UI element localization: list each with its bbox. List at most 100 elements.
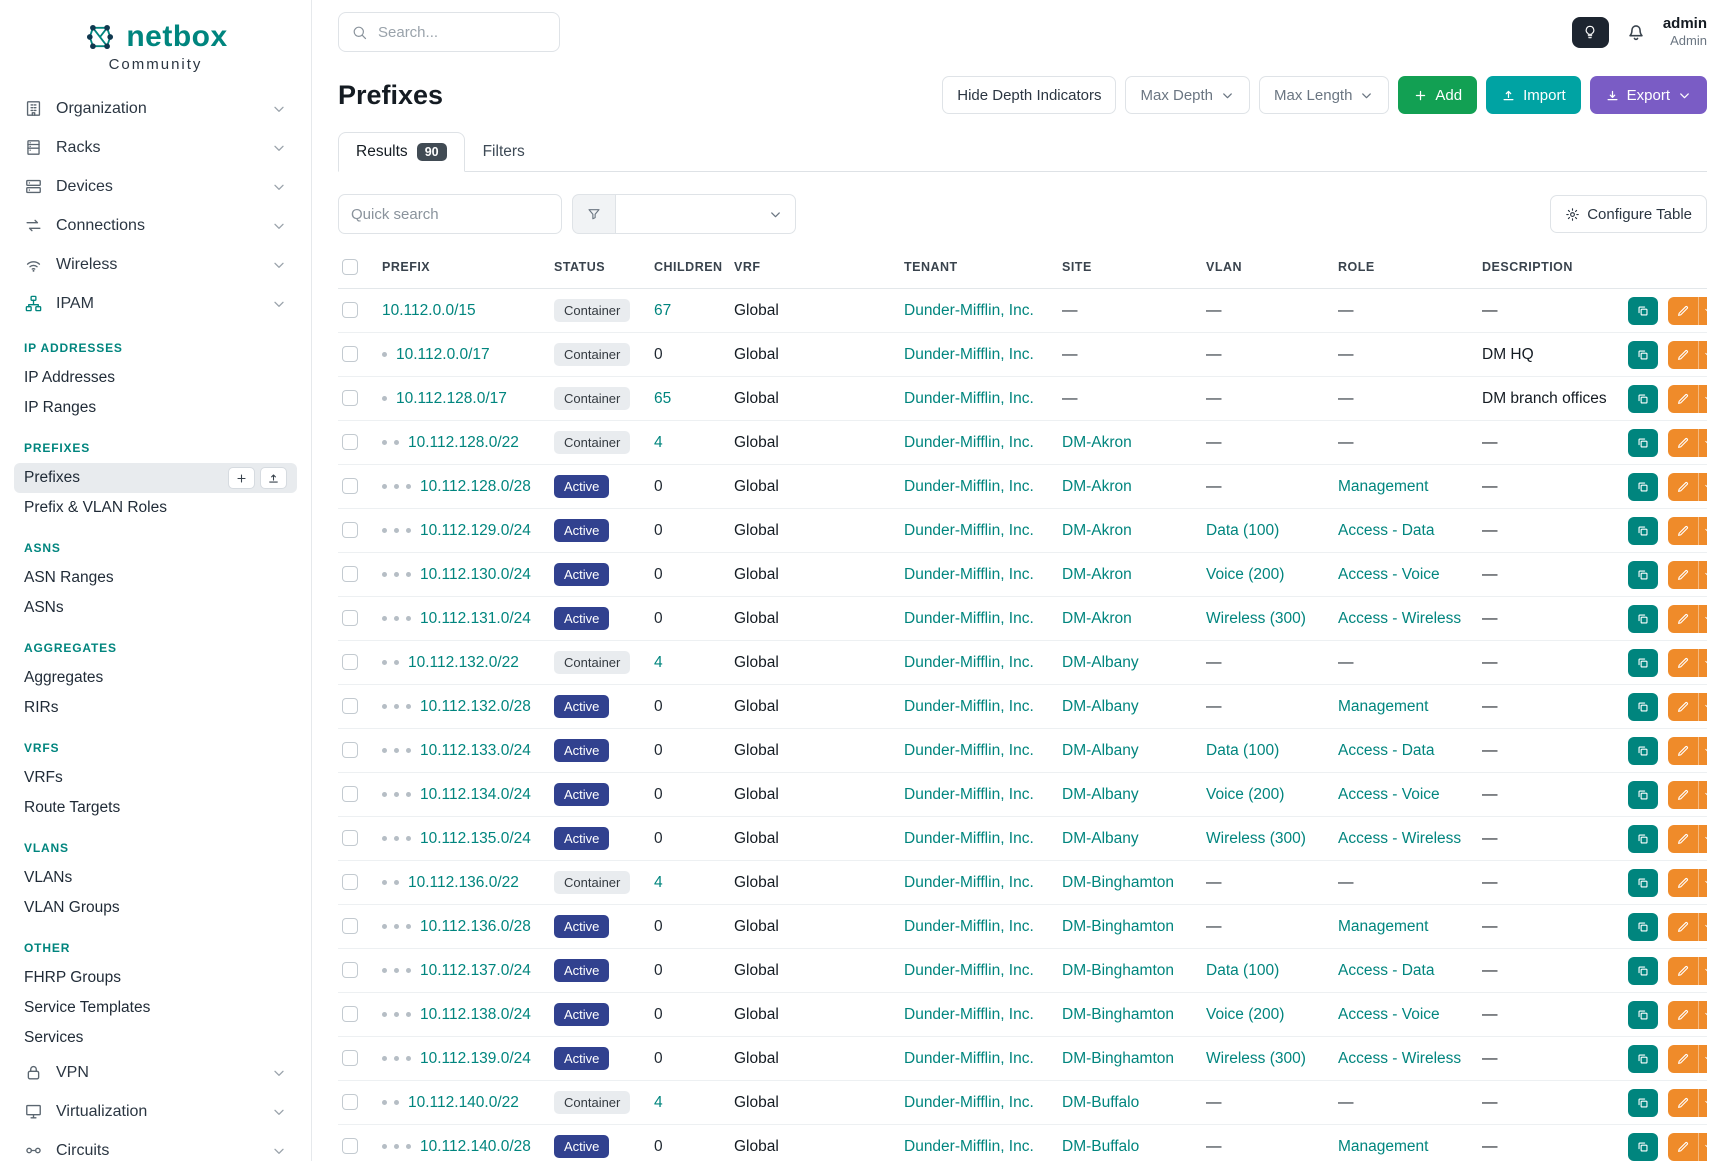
copy-button[interactable] xyxy=(1628,693,1658,721)
edit-button[interactable] xyxy=(1668,605,1698,633)
row-checkbox[interactable] xyxy=(342,874,358,890)
filter-select[interactable] xyxy=(616,194,796,234)
sidebar-group-wireless[interactable]: Wireless xyxy=(14,245,297,284)
row-checkbox[interactable] xyxy=(342,786,358,802)
prefix-link[interactable]: 10.112.132.0/22 xyxy=(408,654,519,671)
sidebar-item-service-templates[interactable]: Service Templates xyxy=(14,993,297,1023)
configure-table-button[interactable]: Configure Table xyxy=(1550,195,1707,233)
edit-dropdown-button[interactable] xyxy=(1698,605,1707,633)
copy-button[interactable] xyxy=(1628,737,1658,765)
edit-dropdown-button[interactable] xyxy=(1698,737,1707,765)
site-link[interactable]: DM-Binghamton xyxy=(1062,962,1174,979)
row-checkbox[interactable] xyxy=(342,566,358,582)
tenant-link[interactable]: Dunder-Mifflin, Inc. xyxy=(904,1050,1034,1067)
edit-button[interactable] xyxy=(1668,649,1698,677)
site-link[interactable]: DM-Akron xyxy=(1062,522,1132,539)
sidebar-item-asn-ranges[interactable]: ASN Ranges xyxy=(14,563,297,593)
sidebar-group-organization[interactable]: Organization xyxy=(14,89,297,128)
quick-add-button[interactable] xyxy=(228,467,255,489)
row-checkbox[interactable] xyxy=(342,698,358,714)
sidebar-item-aggregates[interactable]: Aggregates xyxy=(14,663,297,693)
edit-button[interactable] xyxy=(1668,429,1698,457)
vlan-link[interactable]: Data (100) xyxy=(1206,962,1279,979)
row-checkbox[interactable] xyxy=(342,610,358,626)
edit-dropdown-button[interactable] xyxy=(1698,341,1707,369)
vlan-link[interactable]: Voice (200) xyxy=(1206,786,1284,803)
prefix-link[interactable]: 10.112.135.0/24 xyxy=(420,830,531,847)
edit-button[interactable] xyxy=(1668,473,1698,501)
prefix-link[interactable]: 10.112.139.0/24 xyxy=(420,1050,531,1067)
site-link[interactable]: DM-Binghamton xyxy=(1062,874,1174,891)
edit-button[interactable] xyxy=(1668,957,1698,985)
copy-button[interactable] xyxy=(1628,825,1658,853)
edit-dropdown-button[interactable] xyxy=(1698,1133,1707,1161)
sidebar-group-ipam[interactable]: IPAM xyxy=(14,284,297,323)
prefix-link[interactable]: 10.112.0.0/15 xyxy=(382,302,476,319)
edit-button[interactable] xyxy=(1668,1133,1698,1161)
sidebar-item-vrfs[interactable]: VRFs xyxy=(14,763,297,793)
copy-button[interactable] xyxy=(1628,913,1658,941)
tenant-link[interactable]: Dunder-Mifflin, Inc. xyxy=(904,786,1034,803)
edit-dropdown-button[interactable] xyxy=(1698,913,1707,941)
sidebar-item-prefixes[interactable]: Prefixes xyxy=(14,463,297,493)
edit-button[interactable] xyxy=(1668,913,1698,941)
edit-button[interactable] xyxy=(1668,341,1698,369)
role-link[interactable]: Management xyxy=(1338,698,1428,715)
role-link[interactable]: Access - Data xyxy=(1338,522,1434,539)
hide-depth-indicators-button[interactable]: Hide Depth Indicators xyxy=(942,76,1116,114)
site-link[interactable]: DM-Buffalo xyxy=(1062,1138,1139,1155)
sidebar-item-vlans[interactable]: VLANs xyxy=(14,863,297,893)
vlan-link[interactable]: Data (100) xyxy=(1206,522,1279,539)
tenant-link[interactable]: Dunder-Mifflin, Inc. xyxy=(904,610,1034,627)
role-link[interactable]: Access - Wireless xyxy=(1338,830,1461,847)
row-checkbox[interactable] xyxy=(342,742,358,758)
prefix-link[interactable]: 10.112.136.0/22 xyxy=(408,874,519,891)
tenant-link[interactable]: Dunder-Mifflin, Inc. xyxy=(904,478,1034,495)
row-checkbox[interactable] xyxy=(342,830,358,846)
column-header-site[interactable]: SITE xyxy=(1052,246,1196,289)
prefix-link[interactable]: 10.112.140.0/28 xyxy=(420,1138,531,1155)
notifications-button[interactable] xyxy=(1625,21,1647,43)
add-button[interactable]: Add xyxy=(1398,76,1477,114)
site-link[interactable]: DM-Albany xyxy=(1062,654,1139,671)
role-link[interactable]: Access - Voice xyxy=(1338,1006,1440,1023)
row-checkbox[interactable] xyxy=(342,1138,358,1154)
role-link[interactable]: Access - Voice xyxy=(1338,786,1440,803)
row-checkbox[interactable] xyxy=(342,434,358,450)
copy-button[interactable] xyxy=(1628,869,1658,897)
quick-import-button[interactable] xyxy=(260,467,287,489)
tenant-link[interactable]: Dunder-Mifflin, Inc. xyxy=(904,302,1034,319)
copy-button[interactable] xyxy=(1628,561,1658,589)
sidebar-item-asns[interactable]: ASNs xyxy=(14,593,297,623)
tenant-link[interactable]: Dunder-Mifflin, Inc. xyxy=(904,434,1034,451)
vlan-link[interactable]: Wireless (300) xyxy=(1206,610,1306,627)
site-link[interactable]: DM-Binghamton xyxy=(1062,1006,1174,1023)
copy-button[interactable] xyxy=(1628,781,1658,809)
row-checkbox[interactable] xyxy=(342,1006,358,1022)
row-checkbox[interactable] xyxy=(342,1094,358,1110)
copy-button[interactable] xyxy=(1628,1133,1658,1161)
sidebar-item-ip-ranges[interactable]: IP Ranges xyxy=(14,393,297,423)
copy-button[interactable] xyxy=(1628,605,1658,633)
edit-dropdown-button[interactable] xyxy=(1698,561,1707,589)
edit-button[interactable] xyxy=(1668,1001,1698,1029)
copy-button[interactable] xyxy=(1628,429,1658,457)
edit-dropdown-button[interactable] xyxy=(1698,825,1707,853)
sidebar-item-fhrp-groups[interactable]: FHRP Groups xyxy=(14,963,297,993)
tenant-link[interactable]: Dunder-Mifflin, Inc. xyxy=(904,918,1034,935)
site-link[interactable]: DM-Albany xyxy=(1062,786,1139,803)
sidebar-item-vlan-groups[interactable]: VLAN Groups xyxy=(14,893,297,923)
prefix-link[interactable]: 10.112.132.0/28 xyxy=(420,698,531,715)
column-header-role[interactable]: ROLE xyxy=(1328,246,1472,289)
tab-filters[interactable]: Filters xyxy=(465,132,543,172)
vlan-link[interactable]: Wireless (300) xyxy=(1206,830,1306,847)
prefix-link[interactable]: 10.112.128.0/28 xyxy=(420,478,531,495)
edit-button[interactable] xyxy=(1668,825,1698,853)
site-link[interactable]: DM-Buffalo xyxy=(1062,1094,1139,1111)
copy-button[interactable] xyxy=(1628,649,1658,677)
tenant-link[interactable]: Dunder-Mifflin, Inc. xyxy=(904,522,1034,539)
prefix-link[interactable]: 10.112.134.0/24 xyxy=(420,786,531,803)
sidebar-item-route-targets[interactable]: Route Targets xyxy=(14,793,297,823)
edit-dropdown-button[interactable] xyxy=(1698,517,1707,545)
copy-button[interactable] xyxy=(1628,341,1658,369)
